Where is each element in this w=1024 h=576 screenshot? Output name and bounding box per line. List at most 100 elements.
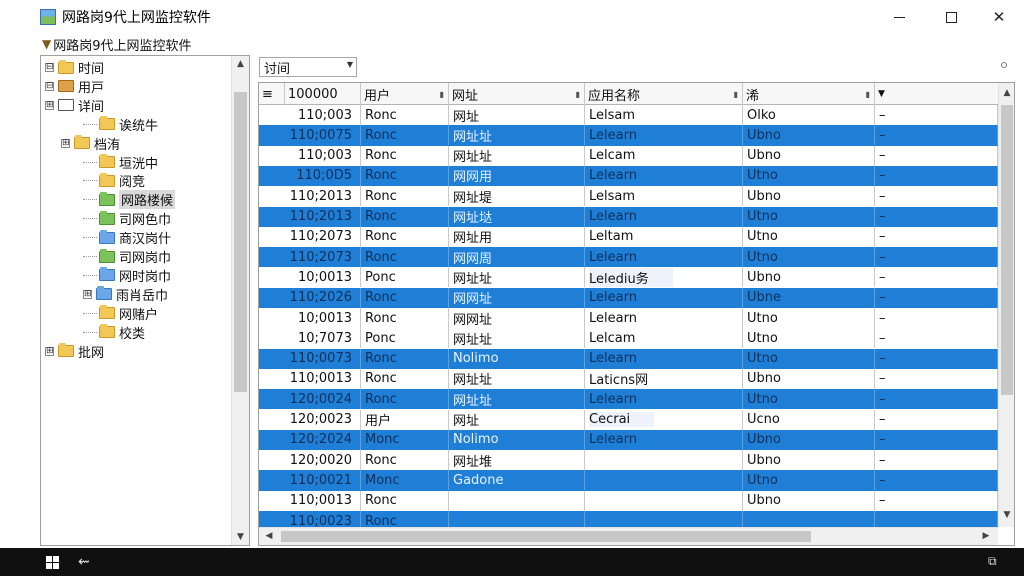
close-button[interactable]: ✕ [976,0,1022,34]
menu-item-main[interactable]: 网路岗9代上网监控软件 [53,35,191,54]
table-row[interactable]: 120;0024 Ronc 网址址 Lelearn Utno – [259,389,998,410]
table-row[interactable]: 110;2013 Ronc 网址垯 Lelearn Utno – [259,206,998,227]
cell-user-text: Ronc [365,188,397,204]
cell-url-text: 网址址 [453,393,493,409]
tree-node[interactable]: ⊞ 档洧 [61,134,120,153]
cell-app-text: Lelearn [589,127,637,143]
tree-node[interactable]: 网赌户 [83,304,158,323]
cell-dash-text: – [879,330,886,346]
expander-icon[interactable]: ⊟ [45,81,54,91]
filter-combo[interactable]: 讨间 ▼ [259,57,357,77]
grid-hscroll-thumb[interactable] [281,531,811,542]
taskbar-app-icon[interactable]: ⇜ [78,554,90,570]
table-row[interactable]: 110;2013 Ronc 网址堤 Lelsam Ubno – [259,186,998,207]
row-menu-icon[interactable]: ≡ [259,83,285,105]
tree-scrollbar[interactable]: ▲ ▼ [231,56,249,545]
cell-id: 10;7073 [259,328,361,349]
folder-icon [99,172,115,187]
minimize-button[interactable] [876,0,922,34]
tree-node[interactable]: 商汉岗什 [83,228,171,247]
options-icon[interactable] [1001,62,1007,68]
start-button[interactable] [37,548,67,576]
cell-id-text: 110;003 [297,107,352,123]
cell-extra: Utno [743,206,875,227]
tree-node[interactable]: ⊟ 用戸 [45,77,104,96]
tree-node[interactable]: ⊞ 详间 [45,96,104,115]
cell-app: Lelsam [585,186,743,207]
grid-vertical-scrollbar[interactable]: ▲ ▼ [998,83,1014,527]
column-header-url[interactable]: 网址 ▮ [449,83,585,105]
cell-dash-text: – [879,493,886,509]
cell-user: Ronc [361,226,449,247]
scroll-down-icon[interactable]: ▼ [232,529,249,545]
grid-scroll-thumb[interactable] [1001,105,1013,395]
column-header-id[interactable]: 100000 [285,83,361,105]
expander-icon[interactable]: ⊟ [45,63,54,72]
window-title: 网路岗9代上网监控软件 [62,10,211,26]
cell-app-text: Leltam [589,229,634,245]
cell-extra-text: Ubno [747,452,781,468]
cell-url: Nolimo [449,429,585,450]
expander-icon[interactable]: ⊞ [45,100,54,110]
tray-icon[interactable]: ⧉ [988,554,997,569]
expander-icon[interactable]: ⊞ [83,289,92,299]
cell-id: 10;0013 [259,308,361,328]
tree-node[interactable]: ⊞ 雨肖岳巾 [83,285,168,304]
tree-node[interactable]: 垣洸中 [83,153,158,172]
table-row[interactable]: 120;0020 Ronc 网址堆 Ubno – [259,450,998,471]
tree-node[interactable]: 校类 [83,323,145,342]
table-row[interactable]: 110;0075 Ronc 网址址 Lelearn Ubno – [259,125,998,146]
scroll-up-icon[interactable]: ▲ [232,56,249,72]
scroll-up-icon[interactable]: ▲ [999,85,1014,101]
cell-app: Lelediu务 [585,267,743,288]
tree-node[interactable]: ⊟ 时间 [45,58,104,77]
tree-node[interactable]: 司网色巾 [83,209,171,228]
cell-id-text: 10;0013 [297,310,352,326]
cell-dash: – [875,226,998,247]
table-row[interactable]: 110;0013 Ronc Ubno – [259,490,998,511]
cell-user: Monc [361,429,449,450]
column-header-extra[interactable]: 浠 ▮ [743,83,875,105]
cell-extra: Utno [743,165,875,186]
table-row[interactable]: 110;0023 Ronc [259,511,998,527]
cell-id: 110;0013 [259,490,361,511]
table-row[interactable]: 120;0023 用户 网址 Cecrai Ucno – [259,409,998,430]
expander-icon[interactable]: ⊞ [61,138,70,148]
table-row[interactable]: 10;7073 Ponc 网址址 Lelcam Utno – [259,328,998,349]
column-header-more[interactable]: ▼ [875,83,998,105]
table-row[interactable]: 110;0073 Ronc Nolimo Lelearn Utno – [259,348,998,369]
table-row[interactable]: 110;0013 Ronc 网址址 Laticns网 Ubno – [259,368,998,389]
column-header-user[interactable]: 用户 ▮ [361,83,449,105]
scroll-left-icon[interactable]: ◀ [261,528,277,545]
table-row[interactable]: 120;2024 Monc Nolimo Lelearn Ubno – [259,429,998,451]
table-row[interactable]: 110;0D5 Ronc 网网用 Lelearn Utno – [259,165,998,187]
table-row[interactable]: 110;2073 Ronc 网址用 Leltam Utno – [259,226,998,247]
tree-scroll-thumb[interactable] [234,92,247,392]
cell-extra-text: Utno [747,472,778,488]
tree-node[interactable]: 阅竞 [83,171,145,190]
scroll-right-icon[interactable]: ▶ [978,528,994,545]
cell-url-text: 网址址 [453,129,493,145]
table-row[interactable]: 10;0013 Ponc 网址址 Lelediu务 Ubno – [259,267,998,288]
grid-horizontal-scrollbar[interactable]: ◀ ▶ [259,527,998,545]
table-row[interactable]: 110;2073 Ronc 网网周 Lelearn Utno – [259,247,998,268]
tree-node[interactable]: 司网岗巾 [83,247,171,266]
table-row[interactable]: 110;2026 Ronc 网网址 Lelearn Ubne – [259,287,998,308]
tree-node[interactable]: ⊞ 批网 [45,342,104,361]
tree-node[interactable]: 诶统牛 [83,115,158,134]
table-row[interactable]: 10;0013 Ronc 网网址 Lelearn Utno – [259,308,998,328]
scroll-down-icon[interactable]: ▼ [999,507,1014,523]
table-row[interactable]: 110;003 Ronc 网址址 Lelcam Ubno – [259,145,998,166]
tree-node[interactable]: 网路楼候 [83,190,176,210]
cell-id-text: 110;003 [297,148,352,164]
tree-connector [83,312,97,314]
cell-url-text: Gadone [453,472,504,488]
table-row[interactable]: 110;0021 Monc Gadone Utno – [259,470,998,491]
cell-id-text: 110;2013 [289,209,352,224]
table-row[interactable]: 110;003 Ronc 网址 Lelsam Olko – [259,105,998,125]
column-header-app[interactable]: 应用名称 ▮ [585,83,743,105]
expander-icon[interactable]: ⊞ [45,346,54,356]
cell-url-text: 网址垯 [453,211,493,226]
tree-node[interactable]: 网时岗巾 [83,266,171,285]
maximize-button[interactable] [928,0,974,34]
